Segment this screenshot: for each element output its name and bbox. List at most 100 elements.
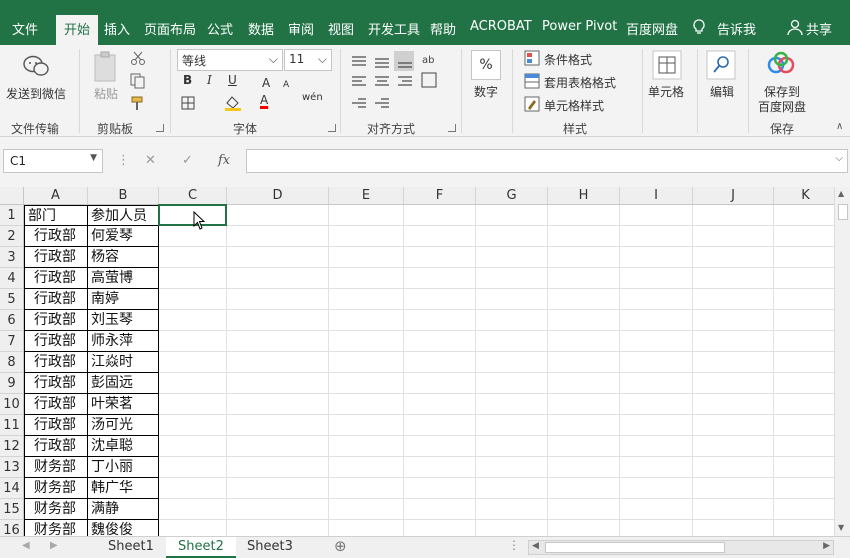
column-header-a[interactable]: A: [24, 187, 88, 205]
row-header-11[interactable]: 11: [0, 415, 24, 436]
column-header-e[interactable]: E: [329, 187, 404, 205]
phonetic-button[interactable]: wén: [302, 92, 323, 103]
copy-icon[interactable]: [130, 73, 148, 89]
cell-a4[interactable]: 行政部: [24, 268, 88, 289]
next-sheet-icon[interactable]: ▶: [50, 540, 58, 551]
prev-sheet-icon[interactable]: ◀: [22, 540, 30, 551]
row-header-16[interactable]: 16: [0, 520, 24, 536]
column-header-c[interactable]: C: [159, 187, 227, 205]
font-color-button[interactable]: A: [260, 93, 268, 107]
share-button[interactable]: 共享: [806, 19, 832, 38]
paste-button[interactable]: 粘贴: [94, 85, 118, 102]
sheet-tab-1[interactable]: Sheet1: [96, 537, 166, 558]
select-all-corner[interactable]: [0, 187, 24, 205]
row-header-5[interactable]: 5: [0, 289, 24, 310]
cell-a14[interactable]: 财务部: [24, 478, 88, 499]
horizontal-scrollbar[interactable]: ◀ ▶: [528, 540, 834, 555]
scroll-up-icon[interactable]: ▲: [838, 189, 844, 198]
cell-a6[interactable]: 行政部: [24, 310, 88, 331]
scroll-left-icon[interactable]: ◀: [532, 541, 539, 551]
lightbulb-icon[interactable]: [690, 18, 708, 36]
cell-style-button[interactable]: 单元格样式: [544, 97, 604, 114]
percent-icon[interactable]: %: [471, 50, 501, 80]
column-header-g[interactable]: G: [476, 187, 548, 205]
scroll-down-icon[interactable]: ▼: [838, 523, 844, 532]
column-header-b[interactable]: B: [88, 187, 159, 205]
column-header-k[interactable]: K: [774, 187, 834, 205]
cell-a8[interactable]: 行政部: [24, 352, 88, 373]
tab-developer[interactable]: 开发工具: [368, 19, 420, 38]
tab-home[interactable]: 开始: [56, 15, 99, 45]
tab-acrobat[interactable]: ACROBAT: [470, 19, 532, 34]
format-painter-icon[interactable]: [130, 95, 148, 111]
tab-formulas[interactable]: 公式: [207, 19, 233, 38]
cell-a12[interactable]: 行政部: [24, 436, 88, 457]
cancel-icon[interactable]: ✕: [145, 153, 156, 168]
font-size-select[interactable]: 11 ⌵: [284, 49, 332, 71]
decrease-font-icon[interactable]: A: [283, 77, 295, 89]
underline-button[interactable]: U: [228, 73, 237, 87]
cell-a11[interactable]: 行政部: [24, 415, 88, 436]
tab-data[interactable]: 数据: [248, 19, 274, 38]
tab-power-pivot[interactable]: Power Pivot: [542, 19, 617, 34]
row-header-13[interactable]: 13: [0, 457, 24, 478]
tab-file[interactable]: 文件: [12, 19, 38, 38]
row-header-4[interactable]: 4: [0, 268, 24, 289]
cell-b16[interactable]: 魏俊俊: [88, 520, 159, 536]
cell-b9[interactable]: 彭固远: [88, 373, 159, 394]
cell-a9[interactable]: 行政部: [24, 373, 88, 394]
column-header-d[interactable]: D: [227, 187, 329, 205]
sheet-tab-2[interactable]: Sheet2: [166, 537, 236, 558]
wechat-icon[interactable]: [22, 53, 50, 79]
cell-b11[interactable]: 汤可光: [88, 415, 159, 436]
tab-help[interactable]: 帮助: [430, 19, 456, 38]
search-icon[interactable]: [706, 50, 736, 80]
scroll-right-icon[interactable]: ▶: [823, 541, 830, 551]
cut-icon[interactable]: [130, 50, 146, 66]
editing-button[interactable]: 编辑: [710, 83, 734, 100]
cell-b15[interactable]: 满静: [88, 499, 159, 520]
tab-review[interactable]: 审阅: [288, 19, 314, 38]
tab-view[interactable]: 视图: [328, 19, 354, 38]
sheet-tab-3[interactable]: Sheet3: [235, 537, 305, 558]
table-format-button[interactable]: 套用表格格式: [544, 74, 616, 91]
cells-icon[interactable]: [652, 50, 682, 80]
cell-b2[interactable]: 何爱琴: [88, 226, 159, 247]
formula-input[interactable]: ⌵: [246, 149, 848, 173]
tell-me-search[interactable]: 告诉我: [717, 19, 756, 38]
bold-button[interactable]: B: [183, 73, 192, 87]
cell-b12[interactable]: 沈卓聪: [88, 436, 159, 457]
cell-a2[interactable]: 行政部: [24, 226, 88, 247]
row-header-3[interactable]: 3: [0, 247, 24, 268]
alignment-controls-icon[interactable]: ab: [350, 51, 450, 115]
cell-b8[interactable]: 江焱时: [88, 352, 159, 373]
cell-a5[interactable]: 行政部: [24, 289, 88, 310]
paste-icon[interactable]: [92, 51, 120, 83]
enter-icon[interactable]: ✓: [182, 153, 193, 168]
cell-b13[interactable]: 丁小丽: [88, 457, 159, 478]
column-header-h[interactable]: H: [548, 187, 620, 205]
spreadsheet-grid[interactable]: A B C D E F G H I J K 1 2 3 4 5 6 7 8 9 10 11 12 13 14 15 16 部门 参加人员…: [0, 187, 834, 536]
cell-b10[interactable]: 叶荣茗: [88, 394, 159, 415]
tab-page-layout[interactable]: 页面布局: [144, 19, 196, 38]
cell-a10[interactable]: 行政部: [24, 394, 88, 415]
row-header-1[interactable]: 1: [0, 205, 24, 226]
cell-a7[interactable]: 行政部: [24, 331, 88, 352]
number-format-button[interactable]: 数字: [474, 83, 498, 100]
expand-formula-icon[interactable]: ⌵: [835, 153, 843, 164]
tab-baidu-netdisk[interactable]: 百度网盘: [626, 19, 678, 38]
cell-a15[interactable]: 财务部: [24, 499, 88, 520]
cell-a3[interactable]: 行政部: [24, 247, 88, 268]
cell-a16[interactable]: 财务部: [24, 520, 88, 536]
row-header-9[interactable]: 9: [0, 373, 24, 394]
scroll-thumb[interactable]: [838, 204, 848, 220]
row-header-12[interactable]: 12: [0, 436, 24, 457]
column-header-i[interactable]: I: [620, 187, 693, 205]
alignment-launcher-icon[interactable]: [448, 124, 456, 132]
h-scroll-thumb[interactable]: [545, 542, 725, 553]
fill-color-icon[interactable]: [224, 95, 242, 111]
row-header-15[interactable]: 15: [0, 499, 24, 520]
cells-button[interactable]: 单元格: [648, 83, 684, 100]
name-box[interactable]: C1 ▼: [3, 149, 103, 173]
cell-b3[interactable]: 杨容: [88, 247, 159, 268]
